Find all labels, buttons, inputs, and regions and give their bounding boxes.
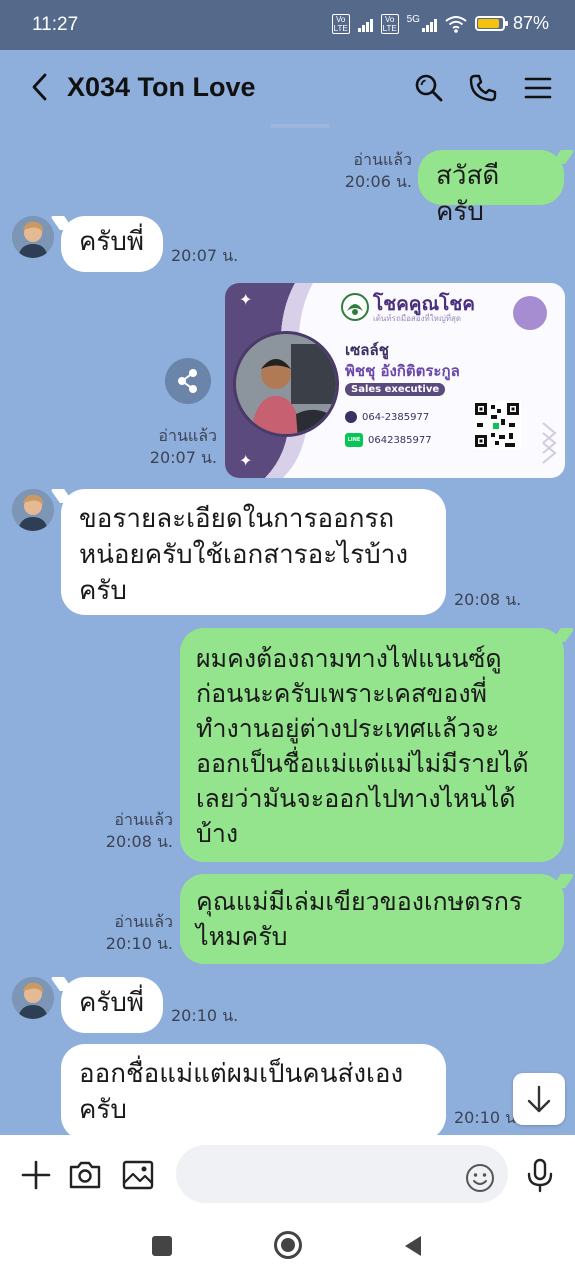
chat-header: X034 Ton Love	[0, 50, 575, 128]
message-bubble[interactable]: ครับพี่	[61, 216, 163, 272]
back-nav-icon[interactable]	[401, 1234, 425, 1258]
message-text-line: คุณแม่มีเล่มเขียวของเกษตรกร	[196, 887, 523, 916]
avatar[interactable]	[12, 216, 54, 258]
avatar[interactable]	[12, 489, 54, 531]
message-bubble[interactable]: ขอรายละเอียดในการออกรถ หน่อยครับใช้เอกสา…	[61, 489, 446, 615]
search-icon[interactable]	[413, 72, 445, 104]
svg-text:✦: ✦	[239, 290, 252, 309]
message-text: สวัสดีครับ	[436, 161, 500, 227]
recent-apps-button[interactable]	[152, 1236, 172, 1256]
read-receipt: อ่านแล้ว	[114, 912, 173, 931]
message-text-line: ครับ	[79, 1095, 127, 1125]
message-input[interactable]	[176, 1145, 508, 1203]
message-text: ครับพี่	[79, 227, 144, 257]
message-time: 20:07 น.	[171, 246, 239, 265]
home-button[interactable]	[274, 1231, 302, 1259]
seller-line: 0642385977	[368, 434, 432, 446]
plus-icon[interactable]	[18, 1157, 54, 1193]
message-bubble[interactable]: ผมคงต้องถามทางไฟแนนซ์ดู ก่อนนะครับเพราะเ…	[180, 628, 564, 862]
message-input-bar	[0, 1135, 575, 1221]
seller-fullname: พิชชุ อังกิติตระกูล	[345, 362, 460, 380]
brand-tagline: เต้นท์รถมือสองที่ใหญ่ที่สุด	[373, 314, 462, 323]
message-time: 20:10 น.	[171, 1006, 239, 1025]
message-text-line: ไหมครับ	[196, 922, 288, 951]
message-text-line: บ้าง	[196, 819, 239, 848]
message-time: 20:07 น.	[149, 448, 217, 467]
image-icon[interactable]	[120, 1157, 156, 1193]
message-meta: อ่านแล้ว 20:07 น.	[144, 425, 217, 469]
avatar[interactable]	[12, 977, 54, 1019]
emoji-icon[interactable]	[464, 1162, 496, 1194]
message-meta: อ่านแล้ว 20:10 น.	[98, 911, 173, 955]
message-time: 20:10 น.	[454, 1108, 522, 1127]
microphone-icon[interactable]	[522, 1157, 558, 1193]
message-time: 20:08 น.	[105, 832, 173, 851]
read-receipt: อ่านแล้ว	[158, 426, 217, 445]
message-meta: อ่านแล้ว 20:06 น.	[340, 149, 412, 193]
menu-icon[interactable]	[522, 72, 554, 104]
message-text-line: ก่อนนะครับเพราะเคสของพี่	[196, 679, 488, 708]
avatar-image	[12, 977, 54, 1019]
arrow-down-icon	[527, 1085, 551, 1113]
share-icon	[178, 369, 197, 393]
status-time: 11:27	[32, 14, 79, 35]
scroll-to-bottom-button[interactable]	[513, 1073, 565, 1125]
phone-icon[interactable]	[467, 72, 499, 104]
message-text: ครับพี่	[79, 988, 144, 1018]
phone-icon	[345, 411, 357, 423]
message-text-line: ผมคงต้องถามทางไฟแนนซ์ดู	[196, 644, 502, 673]
message-time: 20:10 น.	[105, 934, 173, 953]
seller-phone: 064-2385977	[362, 411, 430, 423]
profile-photo	[233, 331, 339, 437]
message-time: 20:08 น.	[454, 590, 522, 609]
chat-title[interactable]: X034 Ton Love	[67, 72, 256, 103]
avatar-image	[12, 489, 54, 531]
battery-percent: 87%	[512, 13, 549, 33]
brand-logo	[341, 293, 369, 321]
message-text-line: ทำงานอยู่ต่างประเทศแล้วจะ	[196, 714, 500, 743]
wifi-icon	[445, 15, 467, 33]
message-text-line: ออกชื่อแม่แต่ผมเป็นคนส่งเอง	[79, 1059, 404, 1089]
message-text-line: ครับ	[79, 576, 127, 606]
volte-badge-2: Vo LTE	[380, 13, 399, 34]
5g-label: 5G	[406, 14, 420, 25]
avatar-image	[12, 216, 54, 258]
status-bar: 11:27 Vo LTE Vo LTE 5G 87%	[0, 0, 575, 50]
signal-icon-1	[357, 16, 373, 32]
message-bubble[interactable]: สวัสดีครับ	[418, 150, 564, 227]
share-button[interactable]	[165, 358, 211, 404]
phone-row: 064-2385977	[345, 411, 429, 423]
signal-icon-2	[421, 16, 437, 32]
message-meta: อ่านแล้ว 20:08 น.	[98, 809, 173, 853]
back-icon[interactable]	[26, 72, 56, 102]
message-text-line: ออกเป็นชื่อแม่แต่แม่ไม่มีรายได้	[196, 749, 529, 778]
svg-text:✦: ✦	[239, 451, 252, 470]
line-row: LINE 0642385977	[345, 433, 432, 447]
message-text-line: ขอรายละเอียดในการออกรถ	[79, 504, 395, 534]
line-icon: LINE	[345, 433, 363, 447]
message-bubble[interactable]: ครับพี่	[61, 977, 163, 1033]
status-indicators: Vo LTE Vo LTE 5G 87%	[331, 13, 549, 34]
message-text-line: เลยว่ามันจะออกไปทางไหนได้	[196, 784, 516, 813]
message-bubble[interactable]: ออกชื่อแม่แต่ผมเป็นคนส่งเอง ครับ	[61, 1044, 446, 1140]
system-navigation-bar	[0, 1221, 575, 1280]
business-card-image[interactable]: ✦ ✦ โชคคูณโชค เต้นท์รถมือสองที่ใหญ่ที่สุ…	[225, 283, 565, 478]
message-bubble[interactable]: คุณแม่มีเล่มเขียวของเกษตรกร ไหมครับ	[180, 874, 564, 964]
qr-code	[473, 401, 521, 449]
camera-icon[interactable]	[67, 1157, 103, 1193]
message-text-line: หน่อยครับใช้เอกสารอะไรบ้าง	[79, 540, 409, 570]
date-separator-fragment	[270, 124, 330, 128]
volte-badge-1: Vo LTE	[331, 13, 350, 34]
read-receipt: อ่านแล้ว	[353, 150, 412, 169]
message-time: 20:06 น.	[344, 172, 412, 191]
seller-role: Sales executive	[345, 383, 446, 396]
read-receipt: อ่านแล้ว	[114, 810, 173, 829]
battery-icon	[474, 16, 508, 31]
